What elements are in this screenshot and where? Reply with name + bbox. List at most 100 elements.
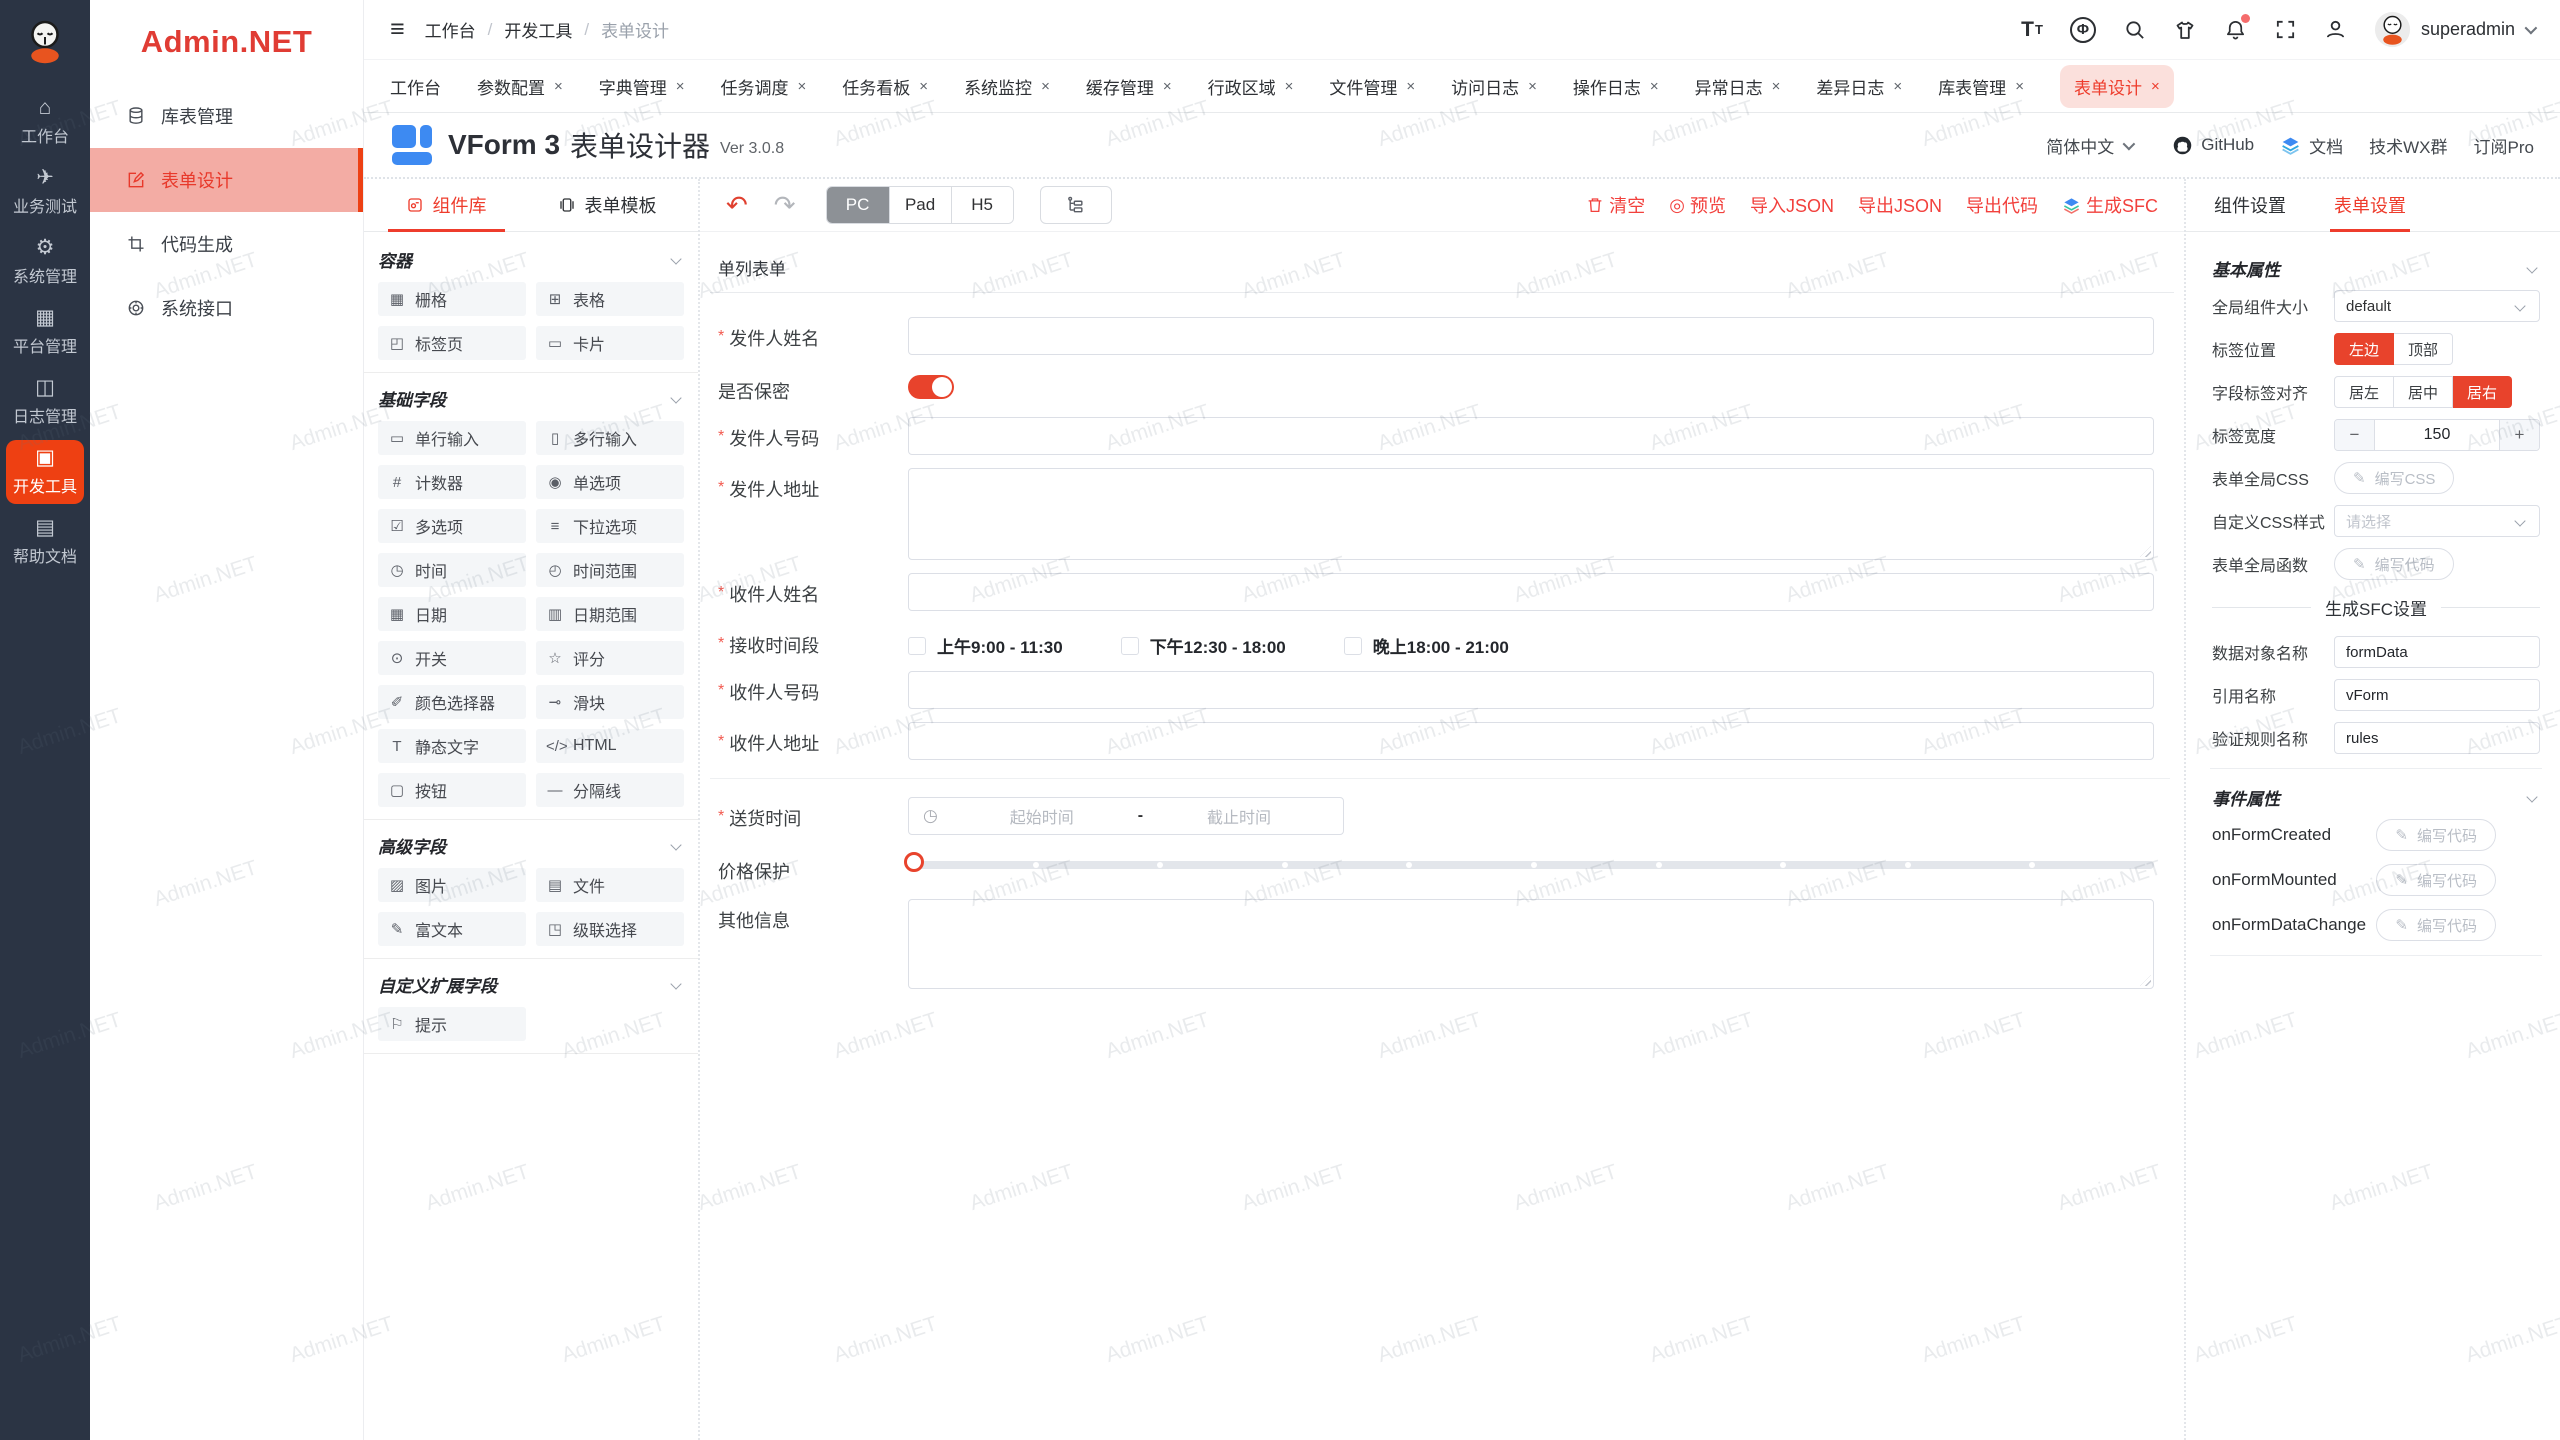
widget-checkbox[interactable]: ☑多选项	[378, 509, 526, 543]
widget-textarea[interactable]: ▯多行输入	[536, 421, 684, 455]
widget-button[interactable]: ▢按钮	[378, 773, 526, 807]
tab-form-settings[interactable]: 表单设置	[2334, 179, 2406, 231]
device-pc-button[interactable]: PC	[827, 187, 889, 223]
widget-file[interactable]: ▤文件	[536, 868, 684, 902]
slider-track[interactable]	[908, 861, 2154, 869]
close-icon[interactable]: ×	[2151, 78, 2160, 95]
fullscreen-icon[interactable]	[2274, 18, 2297, 41]
device-pad-button[interactable]: Pad	[889, 187, 951, 223]
checkbox-morning[interactable]: 上午9:00 - 11:30	[908, 633, 1063, 658]
docs-link[interactable]: 文档	[2280, 133, 2343, 158]
node-tree-button[interactable]	[1040, 186, 1112, 224]
widget-time-range[interactable]: ◴时间范围	[536, 553, 684, 587]
close-icon[interactable]: ×	[554, 78, 563, 95]
close-icon[interactable]: ×	[2015, 78, 2024, 95]
widget-rate[interactable]: ☆评分	[536, 641, 684, 675]
tab-access-log[interactable]: 访问日志×	[1451, 74, 1537, 99]
sidebar-item-db-tables[interactable]: 库表管理	[90, 84, 363, 148]
tab-form-templates[interactable]: 表单模板	[558, 179, 657, 231]
export-json-button[interactable]: 导出JSON	[1858, 192, 1942, 218]
rail-item-workbench[interactable]: ⌂ 工作台	[6, 90, 84, 154]
field-receiver-address[interactable]: *收件人地址	[718, 722, 2170, 760]
tab-component-settings[interactable]: 组件设置	[2214, 179, 2286, 231]
undo-icon[interactable]: ↶	[726, 192, 748, 218]
field-other-info[interactable]: 其他信息	[718, 899, 2170, 989]
checkbox-evening[interactable]: 晚上18:00 - 21:00	[1344, 633, 1509, 658]
notification-bell-icon[interactable]	[2224, 18, 2247, 41]
collapse-menu-icon[interactable]: ≡	[390, 17, 405, 42]
search-icon[interactable]	[2123, 18, 2146, 41]
field-receiver-name[interactable]: *收件人姓名	[718, 573, 2170, 611]
widget-slider[interactable]: ⊸滑块	[536, 685, 684, 719]
close-icon[interactable]: ×	[1893, 78, 1902, 95]
section-advanced-fields[interactable]: 高级字段	[378, 822, 684, 868]
github-link[interactable]: GitHub	[2172, 135, 2254, 156]
theme-tshirt-icon[interactable]	[2173, 18, 2197, 42]
ref-name-input[interactable]: vForm	[2334, 679, 2540, 711]
export-code-button[interactable]: 导出代码	[1966, 192, 2038, 218]
receiver-address-input[interactable]	[908, 722, 2154, 760]
tab-diff-log[interactable]: 差异日志×	[1816, 74, 1902, 99]
widget-date[interactable]: ▦日期	[378, 597, 526, 631]
widget-switch[interactable]: ⊙开关	[378, 641, 526, 675]
sidebar-item-form-design[interactable]: 表单设计	[90, 148, 363, 212]
device-h5-button[interactable]: H5	[951, 187, 1013, 223]
label-width-value[interactable]: 150	[2375, 420, 2499, 450]
font-size-icon[interactable]: TT	[2021, 18, 2043, 42]
close-icon[interactable]: ×	[798, 78, 807, 95]
section-basic-fields[interactable]: 基础字段	[378, 375, 684, 421]
tab-task-board[interactable]: 任务看板×	[842, 74, 928, 99]
rail-item-platform-mgmt[interactable]: ▦ 平台管理	[6, 300, 84, 364]
form-canvas[interactable]: 单列表单 *发件人姓名 是否保密 *发件人号码	[700, 232, 2184, 1440]
label-position-left-button[interactable]: 左边	[2334, 333, 2394, 365]
tab-cache-mgmt[interactable]: 缓存管理×	[1086, 74, 1172, 99]
generate-sfc-button[interactable]: 生成SFC	[2062, 192, 2158, 218]
sender-address-textarea[interactable]	[908, 468, 2154, 560]
breadcrumb-item[interactable]: 工作台	[425, 17, 476, 42]
subscribe-pro-link[interactable]: 订阅Pro	[2474, 133, 2534, 158]
slider-handle[interactable]	[904, 852, 924, 872]
widget-html[interactable]: </>HTML	[536, 729, 684, 763]
section-container[interactable]: 容器	[378, 236, 684, 282]
tab-task-schedule[interactable]: 任务调度×	[721, 74, 807, 99]
rail-item-dev-tools[interactable]: ▣ 开发工具	[6, 440, 84, 504]
widget-rich-editor[interactable]: ✎富文本	[378, 912, 526, 946]
widget-alert[interactable]: ⚐提示	[378, 1007, 526, 1041]
section-custom-fields[interactable]: 自定义扩展字段	[378, 961, 684, 1007]
close-icon[interactable]: ×	[919, 78, 928, 95]
close-icon[interactable]: ×	[1163, 78, 1172, 95]
import-json-button[interactable]: 导入JSON	[1750, 192, 1834, 218]
tab-form-design[interactable]: 表单设计×	[2060, 65, 2174, 108]
section-basic-props[interactable]: 基本属性	[2212, 246, 2540, 290]
widget-static-text[interactable]: T静态文字	[378, 729, 526, 763]
breadcrumb-item[interactable]: 开发工具	[504, 17, 572, 42]
language-select[interactable]: 简体中文	[2046, 133, 2132, 158]
edit-code-button[interactable]: ✎ 编写代码	[2376, 864, 2496, 896]
widget-divider[interactable]: —分隔线	[536, 773, 684, 807]
widget-cascader[interactable]: ◳级联选择	[536, 912, 684, 946]
sender-name-input[interactable]	[908, 317, 2154, 355]
wx-group-link[interactable]: 技术WX群	[2369, 133, 2447, 158]
receiver-name-input[interactable]	[908, 573, 2154, 611]
widget-table[interactable]: ⊞表格	[536, 282, 684, 316]
custom-css-select[interactable]: 请选择	[2334, 505, 2540, 537]
other-info-textarea[interactable]	[908, 899, 2154, 989]
rail-item-help-docs[interactable]: ▤ 帮助文档	[6, 510, 84, 574]
widget-picture[interactable]: ▨图片	[378, 868, 526, 902]
delivery-time-range-picker[interactable]: ◷ 起始时间 - 截止时间	[908, 797, 1344, 835]
edit-code-button[interactable]: ✎ 编写代码	[2376, 909, 2496, 941]
tab-admin-region[interactable]: 行政区域×	[1208, 74, 1294, 99]
tab-component-library[interactable]: 组件库	[406, 179, 487, 231]
widget-select[interactable]: ≡下拉选项	[536, 509, 684, 543]
tab-workbench[interactable]: 工作台	[390, 74, 441, 99]
tab-system-monitor[interactable]: 系统监控×	[964, 74, 1050, 99]
secret-toggle[interactable]	[908, 375, 954, 399]
user-menu[interactable]: superadmin	[2374, 11, 2534, 48]
field-receive-period[interactable]: *接收时间段 上午9:00 - 11:30 下午12:30 - 18:00 晚上…	[718, 624, 2170, 658]
field-sender-name[interactable]: *发件人姓名	[718, 317, 2170, 355]
align-right-button[interactable]: 居右	[2453, 376, 2512, 408]
section-event-props[interactable]: 事件属性	[2212, 775, 2540, 819]
tab-file-mgmt[interactable]: 文件管理×	[1329, 74, 1415, 99]
sender-phone-input[interactable]	[908, 417, 2154, 455]
rail-item-log-mgmt[interactable]: ◫ 日志管理	[6, 370, 84, 434]
